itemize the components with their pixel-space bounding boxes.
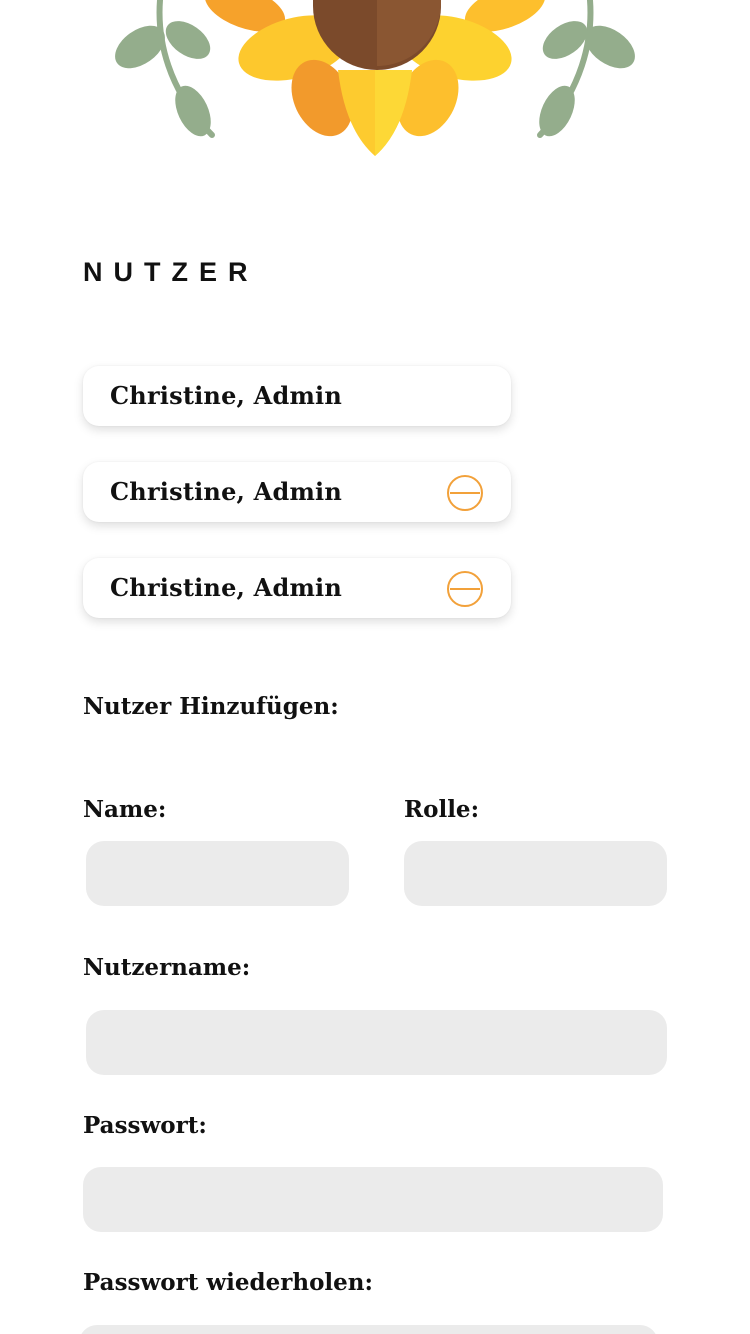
user-name-label: Christine, Admin [110, 381, 343, 410]
left-branch [115, 0, 215, 138]
username-label: Nutzername: [83, 954, 251, 981]
remove-user-button[interactable] [446, 570, 484, 608]
user-card[interactable]: Christine, Admin [83, 558, 511, 618]
role-label: Rolle: [404, 796, 480, 823]
user-name-label: Christine, Admin [110, 573, 343, 602]
user-card[interactable]: Christine, Admin [83, 366, 511, 426]
role-field[interactable] [404, 841, 667, 906]
password-field[interactable] [83, 1167, 663, 1232]
right-branch [537, 0, 635, 138]
user-card[interactable]: Christine, Admin [83, 462, 511, 522]
remove-user-button[interactable] [446, 474, 484, 512]
username-field[interactable] [86, 1010, 667, 1075]
minus-circle-icon [447, 475, 483, 511]
password-label: Passwort: [83, 1112, 207, 1139]
user-name-label: Christine, Admin [110, 477, 343, 506]
page-title: NUTZER [83, 257, 259, 287]
name-label: Name: [83, 796, 167, 823]
add-user-heading: Nutzer Hinzufügen: [83, 693, 339, 720]
password-repeat-field[interactable] [79, 1325, 658, 1334]
sunflower-header [0, 0, 750, 170]
minus-circle-icon [447, 571, 483, 607]
password-repeat-label: Passwort wiederholen: [83, 1269, 374, 1296]
name-field[interactable] [86, 841, 349, 906]
sunflower-icon [115, 0, 635, 156]
